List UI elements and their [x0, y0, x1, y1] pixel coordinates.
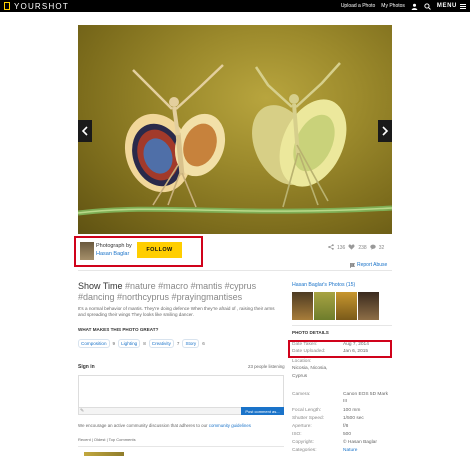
- my-photos-link[interactable]: My Photos: [381, 3, 405, 9]
- sign-in-link[interactable]: Sign in: [78, 364, 95, 370]
- location-row: Location:: [292, 359, 311, 364]
- thumbnail[interactable]: [314, 292, 335, 320]
- category-composition-chip[interactable]: Composition: [78, 339, 110, 348]
- photographer-credit: Photograph by Hasan Baglar FOLLOW: [74, 236, 203, 267]
- iso-value: 500: [343, 432, 352, 437]
- category-story-count: 6: [202, 341, 205, 346]
- focal-length-value: 100 mm: [343, 408, 361, 413]
- copyright-row: Copyright: © Hasan Baglar: [292, 440, 377, 445]
- page-title: Show Time: [78, 281, 123, 291]
- focal-length-label: Focal Length:: [292, 408, 322, 413]
- brand-name: YOURSHOT: [14, 1, 69, 11]
- menu-button[interactable]: MENU: [437, 3, 466, 10]
- divider: [292, 325, 392, 326]
- what-makes-great-heading: WHAT MAKES THIS PHOTO GREAT?: [78, 327, 159, 332]
- share-count: 136: [337, 245, 346, 251]
- aperture-row: Aperture: f/8: [292, 424, 348, 429]
- photo-details-heading: PHOTO DETAILS: [292, 330, 329, 335]
- heart-icon[interactable]: [348, 244, 355, 252]
- location-label: Location:: [292, 359, 312, 364]
- guidelines-text: We encourage an active community discuss…: [78, 423, 208, 428]
- date-taken-row: Date Taken: Aug 7, 2014: [292, 342, 369, 347]
- comment-count: 32: [378, 245, 385, 251]
- photographer-photos-link[interactable]: Hasan Baglar's Photos (15): [292, 282, 355, 288]
- comment-toolbar: ✎ Post comment as...: [78, 407, 284, 415]
- main-photo[interactable]: [78, 25, 392, 234]
- people-listening-count: 23 people listening: [248, 364, 285, 369]
- iso-label: ISO:: [292, 432, 302, 437]
- report-abuse-link[interactable]: Report Abuse: [350, 262, 387, 268]
- category-ratings: Composition 9 Lighting 8 Creativity 7 St…: [78, 339, 205, 348]
- previous-photo-button[interactable]: [78, 120, 92, 142]
- divider: [78, 446, 284, 447]
- country-value: Cyprus: [292, 374, 308, 379]
- shutter-speed-label: Shutter Speed:: [292, 416, 325, 421]
- thumbnail[interactable]: [292, 292, 313, 320]
- photograph-by-label: Photograph by: [96, 243, 132, 249]
- date-taken-value: Aug 7, 2014: [343, 342, 369, 347]
- camera-value: Canon EOS 5D Mark: [343, 392, 389, 397]
- mantis-photo-image: [78, 62, 392, 216]
- category-creativity-chip[interactable]: Creativity: [148, 339, 174, 348]
- menu-label: MENU: [436, 3, 457, 9]
- search-icon[interactable]: [424, 2, 431, 10]
- like-count: 238: [358, 245, 367, 251]
- community-guidelines-link[interactable]: community guidelines: [209, 423, 251, 428]
- copyright-value: © Hasan Baglar: [343, 440, 377, 445]
- photo-stats: 136 238 32: [328, 244, 384, 252]
- comment-icon[interactable]: [369, 244, 376, 252]
- photo-title-block: Show Time #nature #macro #mantis #cyprus…: [78, 281, 283, 303]
- date-uploaded-label: Date Uploaded:: [292, 349, 326, 354]
- date-uploaded-row: Date Uploaded: Jan 6, 2015: [292, 349, 368, 354]
- brand-logo[interactable]: YOURSHOT: [4, 1, 69, 11]
- next-photo-button[interactable]: [378, 120, 392, 142]
- date-taken-label: Date Taken:: [292, 342, 318, 347]
- copyright-label: Copyright:: [292, 440, 314, 445]
- aperture-value: f/8: [343, 424, 349, 429]
- photographer-thumbnails: [292, 292, 379, 320]
- iso-row: ISO: 500: [292, 432, 351, 437]
- camera-label: Camera:: [292, 392, 311, 397]
- avatar[interactable]: [80, 242, 94, 260]
- thumbnail[interactable]: [358, 292, 379, 320]
- top-nav: YOURSHOT Upload a Photo My Photos MENU: [0, 0, 470, 12]
- shutter-speed-value: 1/500 sec: [343, 416, 364, 421]
- category-creativity-count: 7: [176, 341, 180, 346]
- categories-row: Categories: Nature: [292, 448, 357, 453]
- categories-label: Categories:: [292, 448, 317, 453]
- post-comment-button[interactable]: Post comment as...: [241, 407, 284, 415]
- focal-length-row: Focal Length: 100 mm: [292, 408, 360, 413]
- yellow-border-logo-icon: [4, 2, 10, 10]
- photo-description: It's a normal behavior of mantis. They'r…: [78, 306, 275, 317]
- category-lighting-count: 8: [143, 341, 146, 346]
- upload-photo-link[interactable]: Upload a Photo: [341, 3, 375, 9]
- comment-thumbnail: [84, 452, 124, 456]
- date-uploaded-value: Jan 6, 2015: [343, 349, 369, 354]
- community-guidelines-note: We encourage an active community discuss…: [78, 423, 251, 428]
- camera-value-2: III: [343, 399, 347, 404]
- comment-sort-options[interactable]: Recent | Oldest | Top Comments: [78, 437, 136, 442]
- chevron-left-icon: [81, 126, 88, 136]
- category-story-chip[interactable]: Story: [182, 339, 200, 348]
- flag-icon: [350, 262, 355, 268]
- thumbnail[interactable]: [336, 292, 357, 320]
- divider: [78, 270, 392, 271]
- category-nature-link[interactable]: Nature: [343, 448, 357, 453]
- category-lighting-chip[interactable]: Lighting: [118, 339, 141, 348]
- category-composition-count: 9: [112, 341, 116, 346]
- aperture-label: Aperture:: [292, 424, 312, 429]
- shutter-speed-row: Shutter Speed: 1/500 sec: [292, 416, 364, 421]
- follow-button[interactable]: FOLLOW: [137, 242, 182, 258]
- photographer-name-link[interactable]: Hasan Baglar: [96, 251, 129, 257]
- hamburger-icon: [460, 3, 466, 10]
- location-value: Nicosia, Nicosia,: [292, 366, 328, 371]
- camera-row: Camera: Canon EOS 5D Mark: [292, 392, 388, 397]
- chevron-right-icon: [382, 126, 389, 136]
- report-abuse-label: Report Abuse: [357, 262, 388, 268]
- nav-right: Upload a Photo My Photos MENU: [341, 1, 466, 11]
- share-icon[interactable]: [328, 244, 334, 252]
- pencil-icon[interactable]: ✎: [80, 408, 84, 414]
- user-icon[interactable]: [411, 3, 418, 10]
